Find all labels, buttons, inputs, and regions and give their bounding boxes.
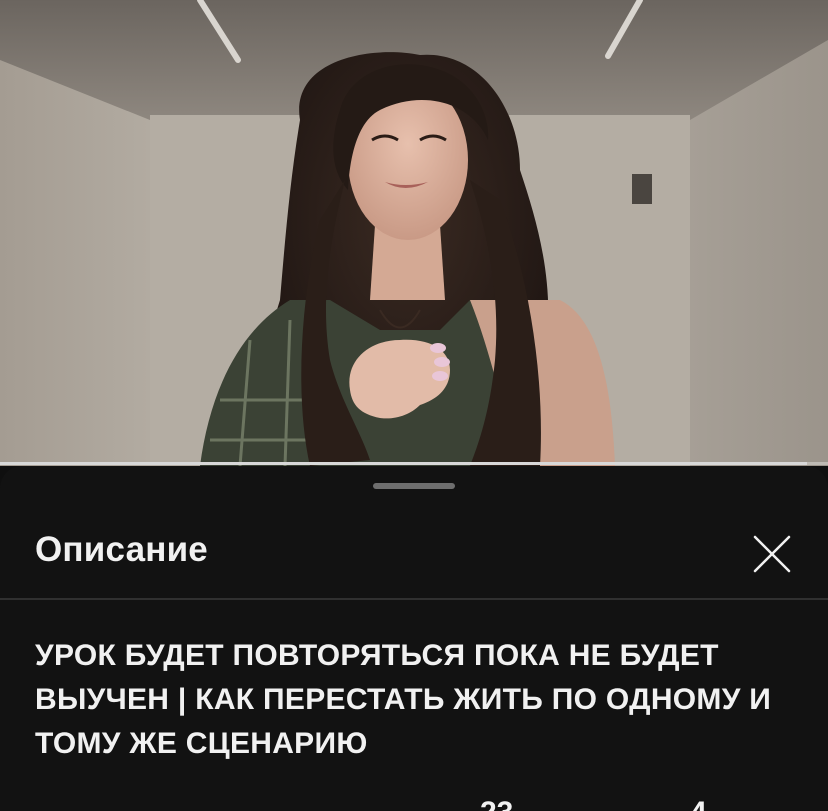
upload-date: 4 (690, 798, 707, 811)
video-stats-row: 23 4 (0, 798, 828, 811)
screen: Описание УРОК БУДЕТ ПОВТОРЯТЬСЯ ПОКА НЕ … (0, 0, 828, 811)
video-progress-fill (0, 462, 808, 465)
video-player[interactable] (0, 0, 828, 466)
close-button[interactable] (746, 528, 798, 580)
close-icon (753, 535, 791, 573)
description-panel: Описание УРОК БУДЕТ ПОВТОРЯТЬСЯ ПОКА НЕ … (0, 466, 828, 811)
video-progress-bar[interactable] (0, 462, 828, 465)
views-count: 23 (480, 798, 513, 811)
video-title: УРОК БУДЕТ ПОВТОРЯТЬСЯ ПОКА НЕ БУДЕТ ВЫУ… (35, 639, 772, 760)
video-frame (0, 0, 828, 466)
panel-title: Описание (35, 530, 208, 569)
drag-handle[interactable] (373, 483, 455, 489)
divider (0, 598, 828, 600)
